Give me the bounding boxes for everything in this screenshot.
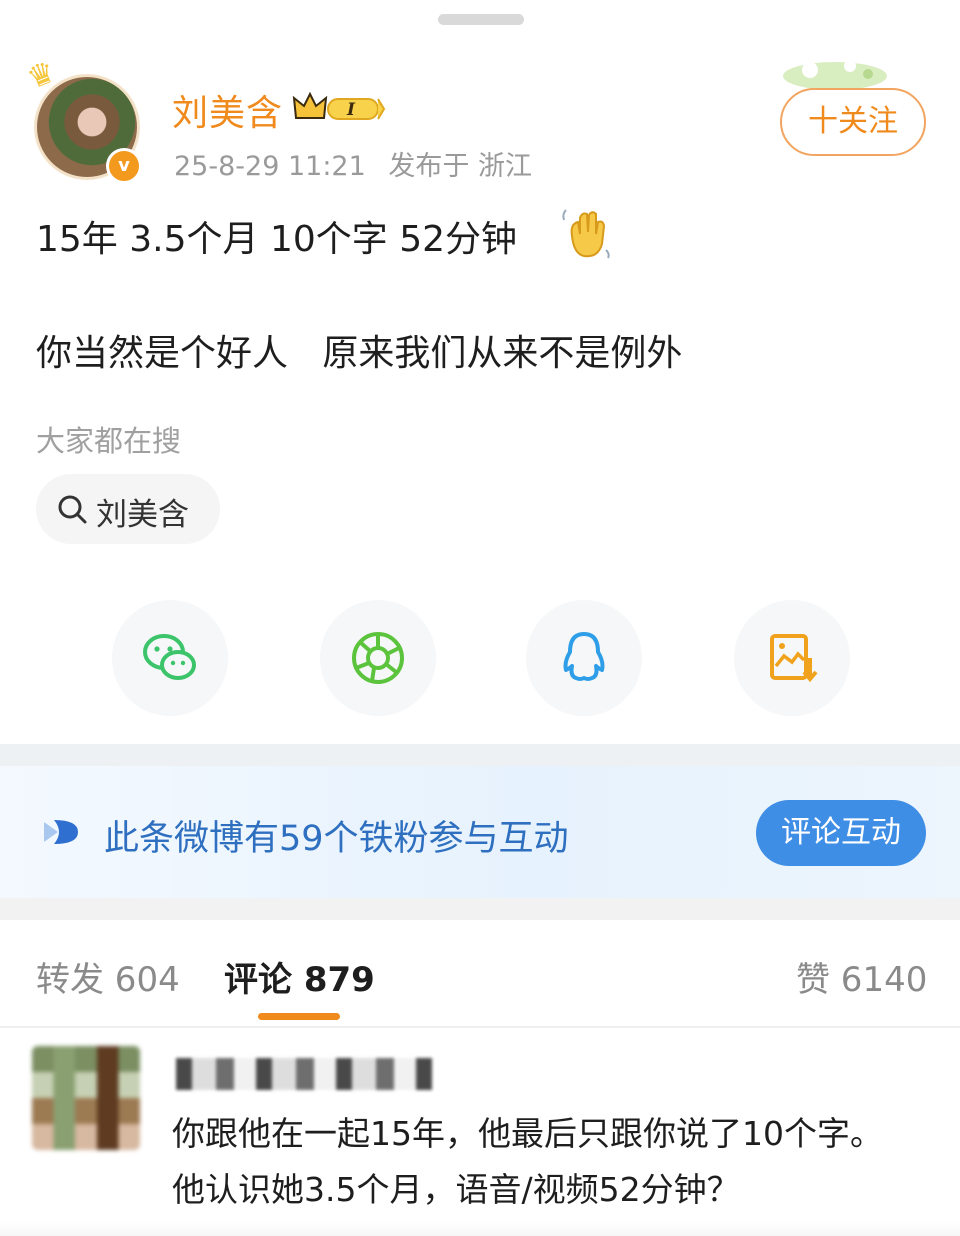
comment-interact-button[interactable]: 评论互动 xyxy=(756,800,926,866)
post-location: 发布于 浙江 xyxy=(388,151,532,182)
section-divider xyxy=(0,898,960,920)
hot-search-chip[interactable]: 刘美含 xyxy=(36,474,220,544)
active-tab-indicator xyxy=(258,1013,340,1020)
tab-repost[interactable]: 转发 604 xyxy=(36,952,180,1001)
qq-icon xyxy=(563,632,605,681)
section-divider xyxy=(0,744,960,766)
author-name[interactable]: 刘美含 xyxy=(172,84,283,136)
tabs-divider xyxy=(0,1026,960,1028)
hot-search-label: 大家都在搜 xyxy=(36,424,182,458)
fans-icon xyxy=(44,820,78,844)
comment-text: 你跟他在一起15年，他最后只跟你说了10个字。他认识她3.5个月，语音/视频52… xyxy=(172,1114,883,1209)
tab-comments[interactable]: 评论 879 xyxy=(224,952,375,1001)
post-meta: 25-8-29 11:21 发布于 浙江 xyxy=(174,144,532,183)
hot-search-chip-label: 刘美含 xyxy=(96,497,189,533)
author-avatar-wrap[interactable]: ♛ v xyxy=(22,54,142,184)
tab-likes[interactable]: 赞 6140 xyxy=(796,952,927,1001)
waving-hand-icon xyxy=(562,209,610,259)
save-image-icon xyxy=(770,634,818,683)
follow-decoration-icon xyxy=(783,60,887,90)
vip-crown-badge-icon: I xyxy=(292,91,386,120)
follow-button[interactable]: 十关注 xyxy=(780,88,926,156)
share-moments-button[interactable] xyxy=(320,600,436,716)
svg-text:I: I xyxy=(346,100,356,120)
search-icon xyxy=(58,495,87,524)
post-text-line-1: 15年 3.5个月 10个字 52分钟 xyxy=(36,219,518,260)
post-text-line-2: 你当然是个好人 原来我们从来不是例外 xyxy=(36,333,683,374)
post-detail-sheet: ♛ v 刘美含 I 25-8-29 11:21 发布于 浙江 十关注 15年 3… xyxy=(0,0,960,1236)
share-qq-button[interactable] xyxy=(526,600,642,716)
iron-fans-text: 此条微博有59个铁粉参与互动 xyxy=(104,819,569,859)
wechat-icon xyxy=(143,634,196,680)
comment-footer xyxy=(0,1222,960,1236)
moments-icon xyxy=(352,632,404,684)
commenter-avatar[interactable] xyxy=(32,1046,140,1150)
commenter-name-redacted[interactable] xyxy=(176,1058,432,1090)
share-wechat-button[interactable] xyxy=(112,600,228,716)
drag-handle[interactable] xyxy=(438,14,524,25)
post-date: 25-8-29 11:21 xyxy=(174,151,366,182)
save-image-button[interactable] xyxy=(734,600,850,716)
verified-badge-icon: v xyxy=(106,148,142,184)
iron-fans-banner[interactable]: 此条微博有59个铁粉参与互动 评论互动 xyxy=(0,766,960,898)
